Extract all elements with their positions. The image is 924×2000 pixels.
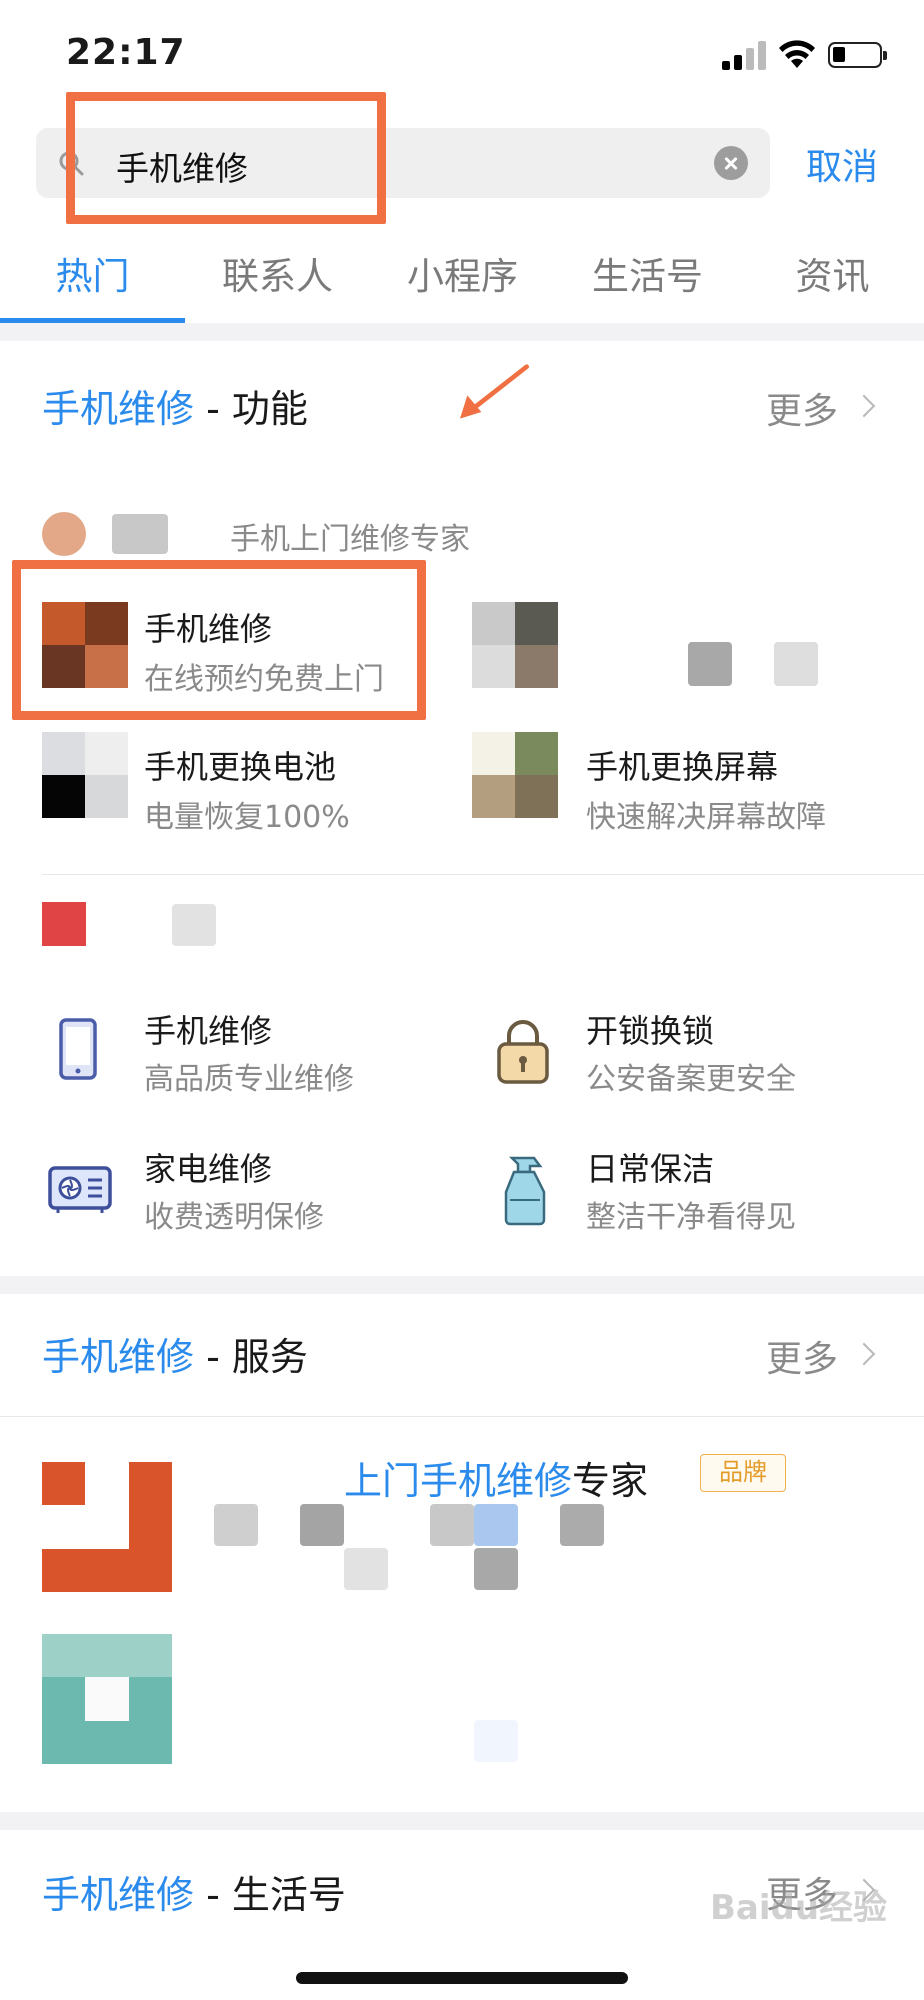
app-thumbnail	[472, 602, 558, 688]
brand-badge: 品牌	[700, 1454, 786, 1492]
tab-hot[interactable]: 热门	[0, 246, 185, 300]
item-subtitle: 电量恢复100%	[144, 800, 350, 835]
service-thumbnail	[42, 1462, 172, 1592]
section-separator	[0, 1812, 924, 1830]
tab-life-accounts[interactable]: 生活号	[555, 246, 740, 300]
more-button-service[interactable]: 更多	[766, 1330, 838, 1382]
tab-news[interactable]: 资讯	[740, 246, 924, 300]
blurred-text	[774, 642, 818, 686]
divider	[42, 874, 924, 875]
signal-icon	[722, 40, 766, 70]
blurred-text	[474, 1548, 518, 1590]
item-title[interactable]: 手机更换电池	[144, 742, 336, 788]
annotation-arrow	[460, 364, 529, 419]
blurred-text	[430, 1504, 474, 1546]
service-subtitle: 收费透明保修	[144, 1200, 324, 1235]
tab-mini-programs[interactable]: 小程序	[370, 246, 555, 300]
wifi-icon	[779, 40, 815, 68]
section-keyword: 手机维修	[42, 1335, 195, 1379]
spray-bottle-icon	[504, 1156, 546, 1226]
tab-bar: 热门 联系人 小程序 生活号 资讯	[0, 236, 924, 322]
service-subtitle: 高品质专业维修	[144, 1062, 354, 1097]
air-conditioner-icon	[48, 1166, 112, 1213]
blurred-text	[214, 1504, 258, 1546]
blurred-text	[474, 1720, 518, 1762]
watermark: Baidu经验	[710, 1888, 888, 1928]
phone-icon	[59, 1018, 97, 1080]
section-suffix: - 生活号	[194, 1873, 346, 1917]
section-title-service: 手机维修 - 服务	[42, 1326, 308, 1381]
app-thumbnail	[42, 732, 128, 818]
cancel-button[interactable]: 取消	[806, 138, 878, 190]
tab-contacts[interactable]: 联系人	[185, 246, 370, 300]
section-separator	[0, 323, 924, 341]
service-title[interactable]: 日常保洁	[586, 1144, 714, 1190]
service-title[interactable]: 家电维修	[144, 1144, 272, 1190]
divider	[0, 1416, 924, 1417]
provider-logo	[42, 902, 86, 946]
battery-icon	[828, 42, 887, 68]
padlock-icon	[497, 1020, 549, 1084]
section-keyword: 手机维修	[42, 1873, 195, 1917]
blurred-text	[172, 904, 216, 946]
item-subtitle: 快速解决屏幕故障	[586, 800, 826, 835]
service-subtitle: 公安备案更安全	[586, 1062, 796, 1097]
result-title[interactable]: 上门手机维修专家	[344, 1450, 648, 1505]
section-separator	[0, 1276, 924, 1294]
annotation-box-item	[12, 560, 426, 720]
status-time: 22:17	[66, 32, 186, 73]
blurred-text	[474, 1504, 518, 1546]
service-title[interactable]: 手机维修	[144, 1006, 272, 1052]
blurred-text	[344, 1548, 388, 1590]
service-title[interactable]: 开锁换锁	[586, 1006, 714, 1052]
service-subtitle: 整洁干净看得见	[586, 1200, 796, 1235]
annotation-box-search	[66, 92, 386, 224]
service-thumbnail	[42, 1634, 172, 1764]
item-title[interactable]: 手机更换屏幕	[586, 742, 778, 788]
home-indicator[interactable]	[296, 1972, 628, 1984]
result-title-highlight: 上门手机维修	[344, 1459, 573, 1503]
clear-icon[interactable]	[714, 146, 748, 180]
blurred-text	[300, 1504, 344, 1546]
section-title-life: 手机维修 - 生活号	[42, 1864, 346, 1919]
app-thumbnail	[472, 732, 558, 818]
section-suffix: - 服务	[194, 1335, 308, 1379]
blurred-text	[688, 642, 732, 686]
result-title-rest: 专家	[572, 1459, 649, 1503]
blurred-text	[560, 1504, 604, 1546]
chevron-right-icon	[852, 1342, 876, 1366]
